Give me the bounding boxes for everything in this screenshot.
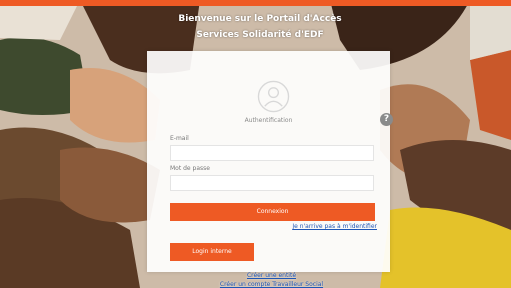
login-card: ? Authentification E-mail Mot de passe C…: [147, 51, 393, 272]
top-accent-bar: [0, 0, 511, 6]
email-label: E-mail: [170, 135, 189, 142]
password-label: Mot de passe: [170, 165, 210, 172]
create-social-worker-account-link[interactable]: Créer un compte Travailleur Social: [150, 281, 393, 288]
forgot-credentials-link[interactable]: Je n'arrive pas à m'identifier: [262, 223, 377, 230]
welcome-line-2: Services Solidarité d'EDF: [196, 30, 324, 40]
authentication-title: Authentification: [244, 117, 293, 124]
user-circle-icon: [257, 80, 290, 113]
login-button[interactable]: Connexion: [170, 203, 375, 221]
internal-login-button[interactable]: Login interne: [170, 243, 254, 261]
email-field[interactable]: [170, 145, 374, 161]
create-entity-link[interactable]: Créer une entité: [150, 272, 393, 279]
welcome-line-1: Bienvenue sur le Portail d'Accès: [178, 14, 342, 24]
welcome-heading: Bienvenue sur le Portail d'Accès Service…: [150, 11, 370, 43]
password-field[interactable]: [170, 175, 374, 191]
